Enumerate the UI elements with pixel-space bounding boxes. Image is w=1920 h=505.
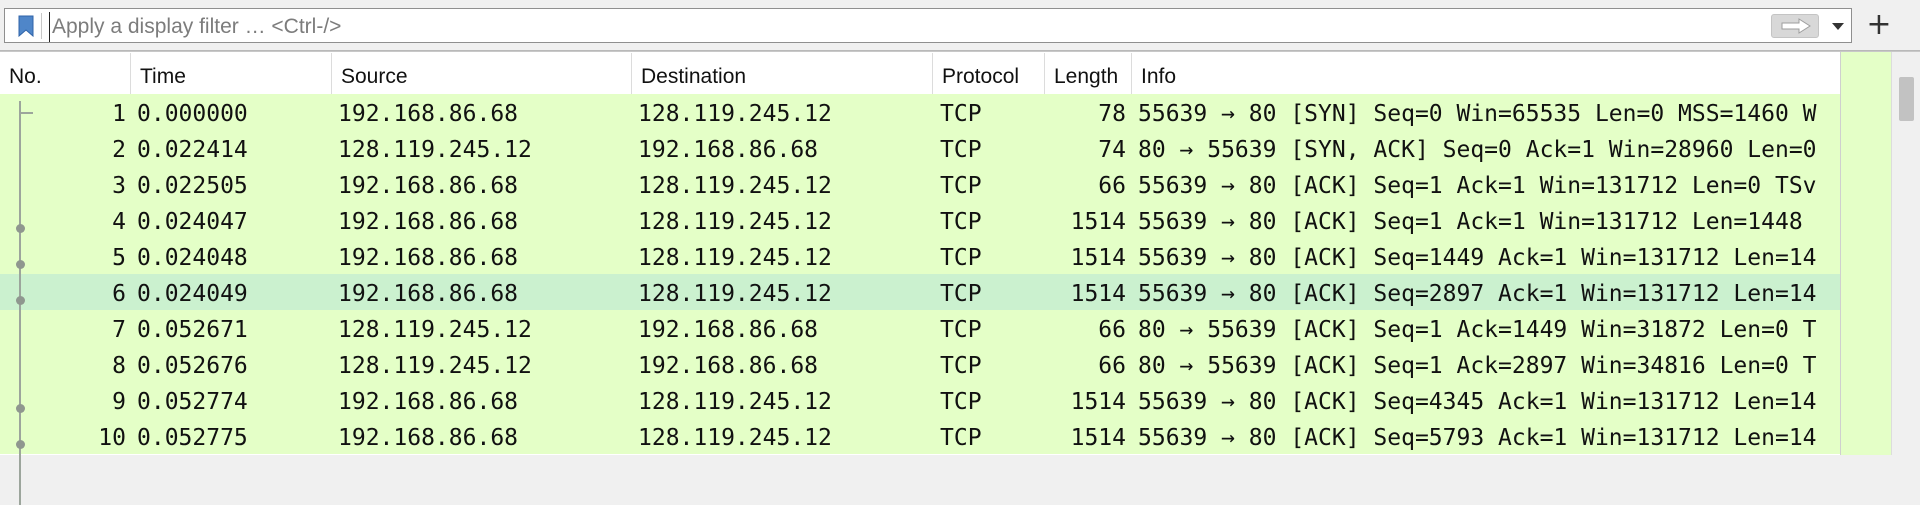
column-header-no[interactable]: No. bbox=[0, 53, 131, 94]
table-row[interactable]: 10 0.052775 192.168.86.68 128.119.245.12 TCP… bbox=[0, 418, 1840, 454]
column-header-source[interactable]: Source bbox=[332, 53, 632, 94]
packet-time: 0.024047 bbox=[137, 209, 248, 235]
column-header-protocol[interactable]: Protocol bbox=[933, 53, 1045, 94]
related-packet-dot bbox=[16, 296, 25, 305]
packet-source: 192.168.86.68 bbox=[338, 173, 519, 199]
packet-destination: 192.168.86.68 bbox=[638, 317, 819, 343]
packet-source: 192.168.86.68 bbox=[338, 101, 519, 127]
table-row[interactable]: 5 0.024048 192.168.86.68 128.119.245.12 TCP 1… bbox=[0, 238, 1840, 274]
packet-length: 1514 bbox=[1070, 389, 1126, 415]
packet-protocol: TCP bbox=[940, 101, 982, 127]
packet-info: 55639 → 80 [ACK] Seq=1 Ack=1 Win=131712 … bbox=[1138, 209, 1803, 235]
packet-destination: 128.119.245.12 bbox=[638, 281, 832, 307]
packet-info: 80 → 55639 [ACK] Seq=1 Ack=2897 Win=3481… bbox=[1138, 353, 1817, 379]
packet-length: 1514 bbox=[1070, 245, 1126, 271]
packet-source: 192.168.86.68 bbox=[338, 209, 519, 235]
packet-source: 128.119.245.12 bbox=[338, 353, 532, 379]
display-filter-box bbox=[4, 8, 1852, 43]
packet-protocol: TCP bbox=[940, 137, 982, 163]
packet-source: 192.168.86.68 bbox=[338, 425, 519, 451]
packet-destination: 192.168.86.68 bbox=[638, 353, 819, 379]
filter-bookmark-button[interactable] bbox=[11, 13, 42, 39]
packet-protocol: TCP bbox=[940, 209, 982, 235]
table-row[interactable]: 6 0.024049 192.168.86.68 128.119.245.12 TCP 1… bbox=[0, 274, 1840, 310]
packet-protocol: TCP bbox=[940, 281, 982, 307]
packet-info: 55639 → 80 [ACK] Seq=5793 Ack=1 Win=1317… bbox=[1138, 425, 1817, 451]
packet-protocol: TCP bbox=[940, 353, 982, 379]
packet-source: 192.168.86.68 bbox=[338, 281, 519, 307]
packet-destination: 128.119.245.12 bbox=[638, 389, 832, 415]
packet-info: 80 → 55639 [SYN, ACK] Seq=0 Ack=1 Win=28… bbox=[1138, 137, 1817, 163]
packet-source: 128.119.245.12 bbox=[338, 137, 532, 163]
related-packet-dot bbox=[16, 260, 25, 269]
packet-protocol: TCP bbox=[940, 317, 982, 343]
vertical-scrollbar[interactable] bbox=[1891, 52, 1920, 455]
packet-time: 0.024048 bbox=[137, 245, 248, 271]
bookmark-icon bbox=[18, 15, 34, 37]
packet-protocol: TCP bbox=[940, 245, 982, 271]
table-row[interactable]: 4 0.024047 192.168.86.68 128.119.245.12 TCP 1… bbox=[0, 202, 1840, 238]
table-row[interactable]: 2 0.022414 128.119.245.12 192.168.86.68 TCP 7… bbox=[0, 130, 1840, 166]
filter-history-dropdown[interactable] bbox=[1827, 15, 1849, 37]
display-filter-toolbar: + bbox=[0, 0, 1920, 51]
packet-source: 128.119.245.12 bbox=[338, 317, 532, 343]
add-filter-button[interactable]: + bbox=[1862, 8, 1896, 42]
packet-length: 1514 bbox=[1070, 425, 1126, 451]
scrollbar-thumb[interactable] bbox=[1899, 77, 1914, 121]
packet-info: 55639 → 80 [ACK] Seq=2897 Ack=1 Win=1317… bbox=[1138, 281, 1817, 307]
column-header-time[interactable]: Time bbox=[131, 53, 332, 94]
packet-info: 55639 → 80 [SYN] Seq=0 Win=65535 Len=0 M… bbox=[1138, 101, 1817, 127]
packet-protocol: TCP bbox=[940, 425, 982, 451]
arrow-right-icon bbox=[1781, 18, 1811, 34]
chevron-down-icon bbox=[1832, 23, 1844, 30]
table-row[interactable]: 9 0.052774 192.168.86.68 128.119.245.12 TCP 1… bbox=[0, 382, 1840, 418]
related-packet-dot bbox=[16, 404, 25, 413]
packet-destination: 128.119.245.12 bbox=[638, 245, 832, 271]
packet-length: 66 bbox=[1098, 317, 1126, 343]
packet-info: 55639 → 80 [ACK] Seq=1449 Ack=1 Win=1317… bbox=[1138, 245, 1817, 271]
table-row[interactable]: 3 0.022505 192.168.86.68 128.119.245.12 TCP 6… bbox=[0, 166, 1840, 202]
packet-time: 0.022414 bbox=[137, 137, 248, 163]
packet-minimap[interactable] bbox=[1840, 52, 1891, 455]
apply-filter-button[interactable] bbox=[1771, 14, 1819, 38]
packet-length: 74 bbox=[1098, 137, 1126, 163]
packet-length: 1514 bbox=[1070, 209, 1126, 235]
related-packet-dot bbox=[16, 440, 25, 449]
packet-source: 192.168.86.68 bbox=[338, 389, 519, 415]
packet-protocol: TCP bbox=[940, 173, 982, 199]
packet-length: 66 bbox=[1098, 173, 1126, 199]
packet-time: 0.052775 bbox=[137, 425, 248, 451]
packet-info: 55639 → 80 [ACK] Seq=1 Ack=1 Win=131712 … bbox=[1138, 173, 1817, 199]
packet-destination: 128.119.245.12 bbox=[638, 209, 832, 235]
related-packet-dot bbox=[16, 224, 25, 233]
packet-info: 55639 → 80 [ACK] Seq=4345 Ack=1 Win=1317… bbox=[1138, 389, 1817, 415]
packet-destination: 192.168.86.68 bbox=[638, 137, 819, 163]
packet-length: 66 bbox=[1098, 353, 1126, 379]
packet-length: 78 bbox=[1098, 101, 1126, 127]
table-row[interactable]: 1 0.000000 192.168.86.68 128.119.245.12 TCP 7… bbox=[0, 94, 1840, 130]
display-filter-input[interactable] bbox=[49, 12, 1754, 42]
packet-time: 0.052671 bbox=[137, 317, 248, 343]
packet-time: 0.000000 bbox=[137, 101, 248, 127]
table-row[interactable]: 7 0.052671 128.119.245.12 192.168.86.68 TCP 6… bbox=[0, 310, 1840, 346]
packet-info: 80 → 55639 [ACK] Seq=1 Ack=1449 Win=3187… bbox=[1138, 317, 1817, 343]
related-packets-corner bbox=[19, 112, 33, 114]
packet-source: 192.168.86.68 bbox=[338, 245, 519, 271]
column-header-destination[interactable]: Destination bbox=[632, 53, 933, 94]
packet-list: No. Time Source Destination Protocol Len… bbox=[0, 51, 1920, 505]
packet-length: 1514 bbox=[1070, 281, 1126, 307]
packet-time: 0.052774 bbox=[137, 389, 248, 415]
packet-destination: 128.119.245.12 bbox=[638, 101, 832, 127]
packet-time: 0.024049 bbox=[137, 281, 248, 307]
packet-time: 0.052676 bbox=[137, 353, 248, 379]
column-header-length[interactable]: Length bbox=[1045, 53, 1132, 94]
packet-protocol: TCP bbox=[940, 389, 982, 415]
packet-time: 0.022505 bbox=[137, 173, 248, 199]
table-row[interactable]: 8 0.052676 128.119.245.12 192.168.86.68 TCP 6… bbox=[0, 346, 1840, 382]
packet-list-header: No. Time Source Destination Protocol Len… bbox=[0, 53, 1840, 94]
packet-destination: 128.119.245.12 bbox=[638, 425, 832, 451]
column-header-info[interactable]: Info bbox=[1132, 53, 1840, 94]
packet-destination: 128.119.245.12 bbox=[638, 173, 832, 199]
